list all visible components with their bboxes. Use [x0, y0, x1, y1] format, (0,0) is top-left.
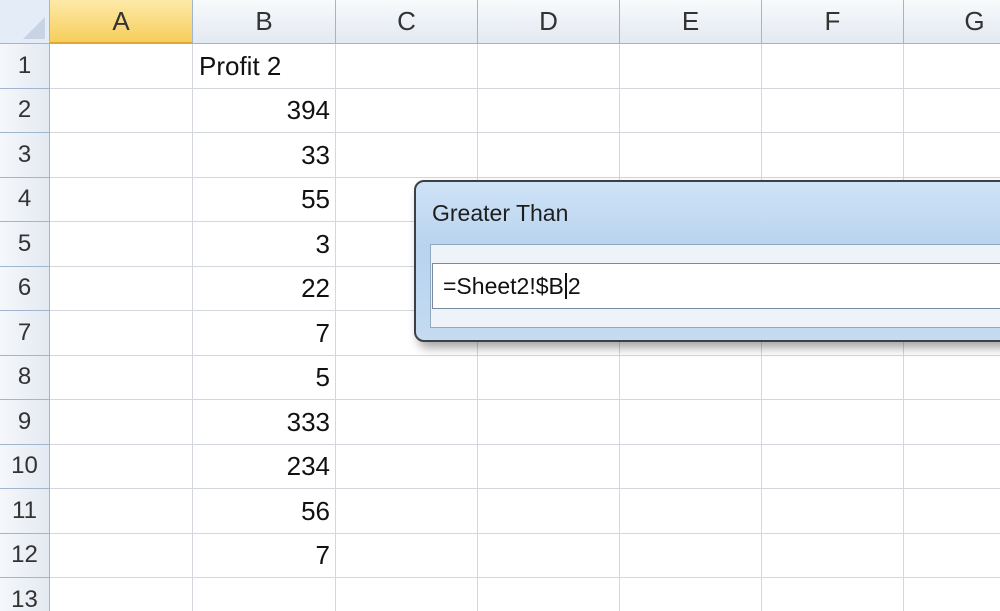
- column-header-b[interactable]: B: [193, 0, 336, 44]
- cell-b11[interactable]: 56: [193, 489, 336, 533]
- cell-b4[interactable]: 55: [193, 178, 336, 222]
- column-header-c[interactable]: C: [336, 0, 478, 44]
- select-all-corner[interactable]: [0, 0, 50, 44]
- cell-b6[interactable]: 22: [193, 267, 336, 311]
- cell-b9[interactable]: 333: [193, 400, 336, 444]
- cell-b8[interactable]: 5: [193, 356, 336, 400]
- row-header-11[interactable]: 11: [0, 489, 50, 534]
- cell-b12[interactable]: 7: [193, 534, 336, 578]
- reference-input-text-after: 2: [567, 272, 581, 299]
- row-header-13[interactable]: 13: [0, 578, 50, 611]
- row-header-5[interactable]: 5: [0, 222, 50, 267]
- row-header-9[interactable]: 9: [0, 400, 50, 445]
- reference-input-text: =Sheet2!$B: [443, 272, 564, 299]
- row-header-3[interactable]: 3: [0, 133, 50, 178]
- text-caret: [564, 273, 567, 299]
- column-header-g[interactable]: G: [904, 0, 1000, 44]
- greater-than-dialog: Greater Than =Sheet2!$B 2: [414, 180, 1000, 342]
- column-header-f[interactable]: F: [762, 0, 904, 44]
- reference-input[interactable]: =Sheet2!$B 2: [432, 263, 1000, 309]
- cell-b2[interactable]: 394: [193, 89, 336, 133]
- row-header-2[interactable]: 2: [0, 88, 50, 133]
- column-header-a[interactable]: A: [50, 0, 193, 44]
- row-header-6[interactable]: 6: [0, 266, 50, 311]
- row-header-4[interactable]: 4: [0, 177, 50, 222]
- column-header-d[interactable]: D: [478, 0, 620, 44]
- cell-b5[interactable]: 3: [193, 222, 336, 266]
- row-header-1[interactable]: 1: [0, 44, 50, 89]
- row-header-7[interactable]: 7: [0, 311, 50, 356]
- cell-b7[interactable]: 7: [193, 311, 336, 355]
- cell-b1[interactable]: Profit 2: [193, 44, 336, 88]
- dialog-title: Greater Than: [432, 200, 569, 226]
- row-header-10[interactable]: 10: [0, 444, 50, 489]
- row-header-12[interactable]: 12: [0, 533, 50, 578]
- cell-b10[interactable]: 234: [193, 445, 336, 489]
- cell-b3[interactable]: 33: [193, 133, 336, 177]
- row-header-8[interactable]: 8: [0, 355, 50, 400]
- column-header-e[interactable]: E: [620, 0, 762, 44]
